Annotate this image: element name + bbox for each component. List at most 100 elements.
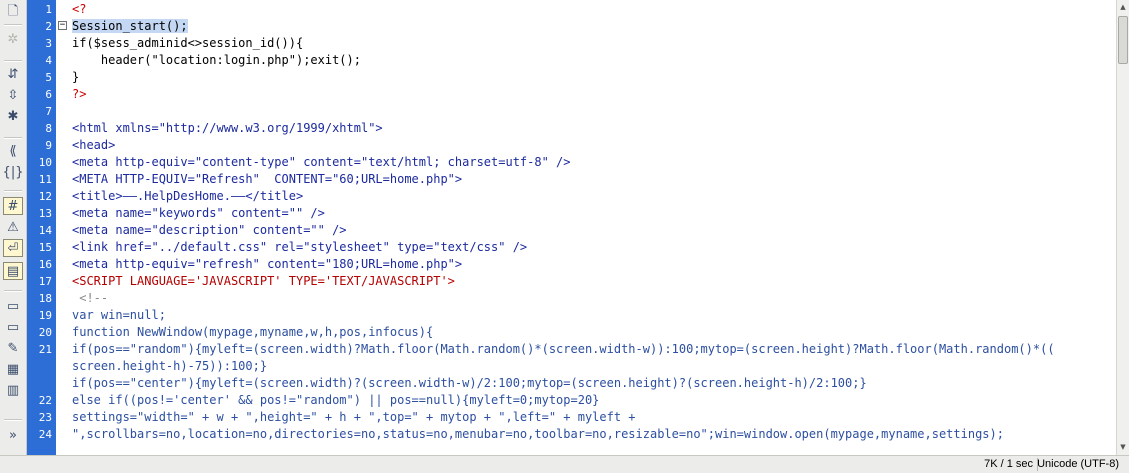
code-line: settings="width=" + w + ",height=" + h +… xyxy=(72,409,636,426)
move-css-icon[interactable]: ▥ xyxy=(3,381,23,399)
line-number: 21 xyxy=(38,343,52,356)
code-line: <meta http-equiv="content-type" content=… xyxy=(72,154,571,171)
code-line: if(pos=="center"){myleft=(screen.width)?… xyxy=(72,375,867,392)
code-text: <META HTTP-EQUIV="Refresh" CONTENT="60;U… xyxy=(72,172,463,186)
highlight-invalid-code-icon[interactable]: ⚠ xyxy=(3,218,23,236)
select-parent-tag-icon[interactable]: ⟪ xyxy=(3,142,23,160)
code-text: <meta http-equiv="refresh" content="180;… xyxy=(72,257,463,271)
line-number: 23 xyxy=(38,411,52,424)
line-number: 22 xyxy=(38,394,52,407)
remove-comment-icon[interactable]: ▭ xyxy=(3,318,23,336)
scroll-down-icon[interactable]: ▼ xyxy=(1117,441,1129,454)
code-line: <meta name="keywords" content="" /> xyxy=(72,205,325,222)
collapse-code-icon[interactable]: − xyxy=(58,21,67,30)
line-number: 2 xyxy=(45,20,52,33)
line-number: 16 xyxy=(38,258,52,271)
code-line: <SCRIPT LANGUAGE='JAVASCRIPT' TYPE='TEXT… xyxy=(72,273,455,290)
code-line: <? xyxy=(72,1,86,18)
code-text: <title>——.HelpDesHome.——</title> xyxy=(72,189,304,203)
code-text: <meta http-equiv="content-type" content=… xyxy=(72,155,571,169)
line-number: 4 xyxy=(45,54,52,67)
code-line: function NewWindow(mypage,myname,w,h,pos… xyxy=(72,324,433,341)
syntax-coloring-icon[interactable]: ▤ xyxy=(3,262,23,280)
encoding-indicator[interactable]: Unicode (UTF-8) xyxy=(1037,458,1119,470)
code-text: <head> xyxy=(72,138,116,152)
code-fold-column: − xyxy=(56,0,70,455)
selected-code-text[interactable]: Session_start(); xyxy=(72,19,188,33)
expand-all-icon[interactable]: ✱ xyxy=(3,107,23,125)
new-document-icon[interactable]: 🗋 xyxy=(3,4,23,22)
collapse-tags-icon[interactable]: ⇵ xyxy=(3,65,23,83)
code-text: else if((pos!='center' && pos!="random")… xyxy=(72,393,600,407)
line-number: 3 xyxy=(45,37,52,50)
code-text: settings="width=" + w + ",height=" + h +… xyxy=(72,410,636,424)
code-line: <title>——.HelpDesHome.——</title> xyxy=(72,188,303,205)
vertical-scrollbar[interactable]: ▲ ▼ xyxy=(1116,0,1129,455)
code-text: header("location:login.php");exit(); xyxy=(72,53,361,67)
code-line: Session_start(); xyxy=(72,18,188,35)
code-line: <META HTTP-EQUIV="Refresh" CONTENT="60;U… xyxy=(72,171,462,188)
line-number: 1 xyxy=(45,3,52,16)
code-line: ?> xyxy=(72,86,86,103)
toolbar-separator xyxy=(4,190,22,192)
status-bar: 7K / 1 sec Unicode (UTF-8) xyxy=(0,455,1129,473)
code-text: <meta name="keywords" content="" /> xyxy=(72,206,325,220)
code-line: <link href="../default.css" rel="stylesh… xyxy=(72,239,527,256)
scroll-up-icon[interactable]: ▲ xyxy=(1117,1,1129,14)
code-text: <!-- xyxy=(72,291,109,305)
code-text: if(pos=="random"){myleft=(screen.width)?… xyxy=(72,342,1055,356)
code-line: if(pos=="random"){myleft=(screen.width)?… xyxy=(72,341,1055,358)
balance-braces-icon[interactable]: {|} xyxy=(3,163,24,181)
code-line: <!-- xyxy=(72,290,108,307)
line-number: 11 xyxy=(38,173,52,186)
toolbar-separator xyxy=(4,137,22,139)
line-number: 10 xyxy=(38,156,52,169)
line-number: 5 xyxy=(45,71,52,84)
more-options-icon[interactable]: » xyxy=(3,426,23,444)
scrollbar-thumb[interactable] xyxy=(1118,16,1128,64)
line-numbers-icon[interactable]: # xyxy=(3,197,23,215)
code-line: ",scrollbars=no,location=no,directories=… xyxy=(72,426,1004,443)
line-number: 7 xyxy=(45,105,52,118)
apply-comment-icon[interactable]: ▭ xyxy=(3,297,23,315)
code-text: var win=null; xyxy=(72,308,166,322)
settings-gear-icon[interactable]: ✲ xyxy=(3,30,23,48)
code-text: } xyxy=(72,70,80,84)
code-text: <? xyxy=(72,2,87,16)
code-text: if($sess_adminid<>session_id()){ xyxy=(72,36,304,50)
code-line: } xyxy=(72,69,79,86)
line-number: 13 xyxy=(38,207,52,220)
code-text: screen.height-h)-75)):100;} xyxy=(72,359,268,373)
line-number-gutter: 1 2 3 4 5 6 7 8 9 10 11 12 13 14 15 16 17 18 19 20 21 22 23 24 xyxy=(27,0,56,455)
code-text: ?> xyxy=(72,87,87,101)
line-number: 9 xyxy=(45,139,52,152)
toolbar-separator xyxy=(4,60,22,62)
line-number: 15 xyxy=(38,241,52,254)
code-line: if($sess_adminid<>session_id()){ xyxy=(72,35,303,52)
word-wrap-icon[interactable]: ⏎ xyxy=(3,239,23,257)
line-number: 6 xyxy=(45,88,52,101)
line-number: 17 xyxy=(38,275,52,288)
code-line: <head> xyxy=(72,137,115,154)
code-line: else if((pos!='center' && pos!="random")… xyxy=(72,392,599,409)
file-size-download-time: 7K / 1 sec xyxy=(984,458,1033,470)
collapse-selection-icon[interactable]: ⇳ xyxy=(3,86,23,104)
line-number: 24 xyxy=(38,428,52,441)
wrap-tag-icon[interactable]: ✎ xyxy=(3,339,23,357)
code-text: if(pos=="center"){myleft=(screen.width)?… xyxy=(72,376,867,390)
code-text: <meta name="description" content="" /> xyxy=(72,223,347,237)
line-number: 18 xyxy=(38,292,52,305)
code-text: <html xmlns="http://www.w3.org/1999/xhtm… xyxy=(72,121,383,135)
code-line: var win=null; xyxy=(72,307,166,324)
toolbar-separator xyxy=(4,24,22,26)
code-text: ",scrollbars=no,location=no,directories=… xyxy=(72,427,1004,441)
toolbar-separator xyxy=(4,290,22,292)
recent-snippets-icon[interactable]: ▦ xyxy=(3,360,23,378)
code-editor[interactable]: <? Session_start(); if($sess_adminid<>se… xyxy=(72,0,1116,455)
toolbar-separator xyxy=(4,419,22,421)
code-line: screen.height-h)-75)):100;} xyxy=(72,358,267,375)
line-number: 14 xyxy=(38,224,52,237)
code-text: <SCRIPT LANGUAGE='JAVASCRIPT' TYPE='TEXT… xyxy=(72,274,455,288)
code-line: <meta http-equiv="refresh" content="180;… xyxy=(72,256,462,273)
code-line: <html xmlns="http://www.w3.org/1999/xhtm… xyxy=(72,120,383,137)
